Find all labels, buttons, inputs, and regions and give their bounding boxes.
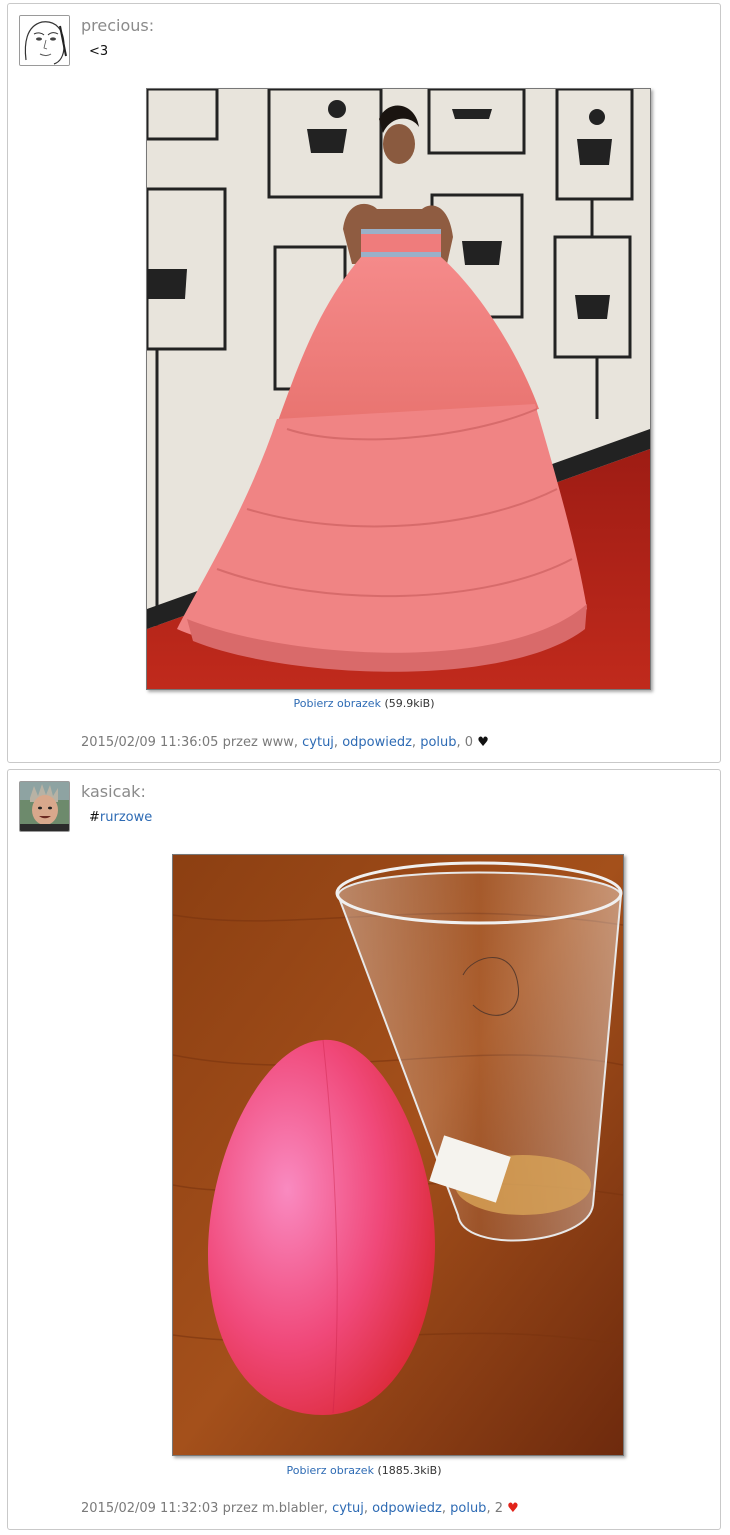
file-size: (59.9kiB) bbox=[384, 697, 435, 710]
reply-link[interactable]: odpowiedz bbox=[372, 1501, 442, 1516]
like-link[interactable]: polub bbox=[450, 1501, 486, 1516]
quote-link[interactable]: cytuj bbox=[302, 735, 334, 750]
post-card: kasicak: #rurzowe Pobierz obrazek (1885.… bbox=[7, 769, 721, 1530]
file-size: (1885.3kiB) bbox=[377, 1464, 442, 1477]
post-image[interactable] bbox=[146, 88, 651, 690]
post-message: <3 bbox=[89, 44, 109, 59]
heart-icon: ♥ bbox=[477, 735, 489, 750]
post-image[interactable] bbox=[172, 854, 624, 1456]
quote-link[interactable]: cytuj bbox=[332, 1501, 364, 1516]
like-link[interactable]: polub bbox=[420, 735, 456, 750]
post-timestamp: 2015/02/09 11:36:05 przez www, bbox=[81, 735, 298, 750]
reply-link[interactable]: odpowiedz bbox=[342, 735, 412, 750]
image-download: Pobierz obrazek (59.9kiB) bbox=[8, 697, 720, 710]
post-meta: 2015/02/09 11:36:05 przez www, cytuj, od… bbox=[81, 735, 489, 750]
post-timestamp: 2015/02/09 11:32:03 przez m.blabler, bbox=[81, 1501, 328, 1516]
post-message: #rurzowe bbox=[89, 810, 152, 825]
like-count: 0 bbox=[464, 735, 474, 750]
post-card: precious: <3 Pobierz obrazek (59.9kiB) 2… bbox=[7, 3, 721, 763]
image-download: Pobierz obrazek (1885.3kiB) bbox=[8, 1464, 720, 1477]
post-author[interactable]: precious: bbox=[81, 16, 154, 35]
hashtag-link[interactable]: rurzowe bbox=[100, 810, 152, 825]
heart-icon: ♥ bbox=[507, 1501, 519, 1516]
post-meta: 2015/02/09 11:32:03 przez m.blabler, cyt… bbox=[81, 1501, 519, 1516]
post-author[interactable]: kasicak: bbox=[81, 782, 146, 801]
avatar[interactable] bbox=[19, 781, 70, 832]
avatar[interactable] bbox=[19, 15, 70, 66]
download-image-link[interactable]: Pobierz obrazek bbox=[286, 1464, 373, 1477]
hash-symbol: # bbox=[89, 810, 100, 825]
like-count: 2 bbox=[494, 1501, 503, 1516]
download-image-link[interactable]: Pobierz obrazek bbox=[293, 697, 380, 710]
